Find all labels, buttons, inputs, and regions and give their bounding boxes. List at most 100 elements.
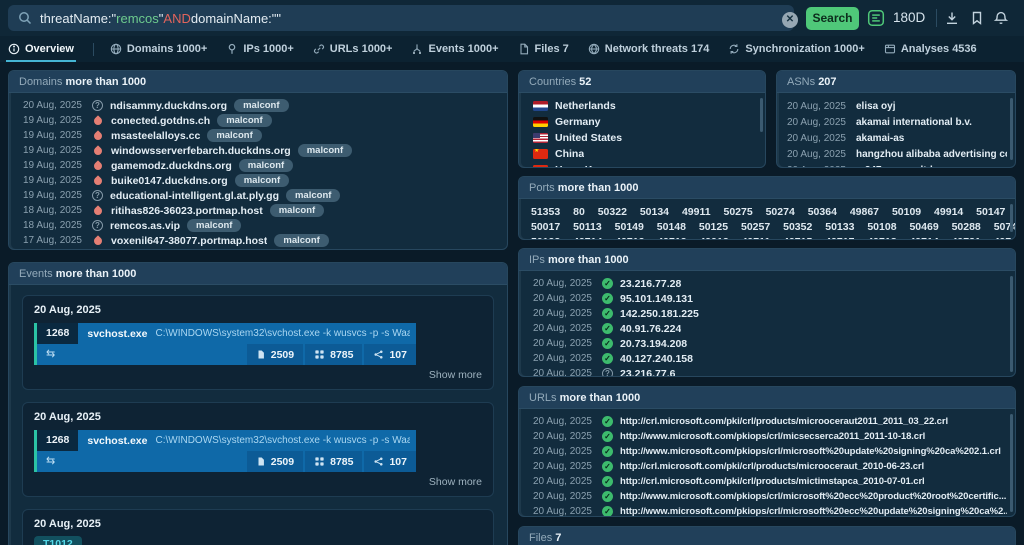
process-entry[interactable]: 1268 svchost.exe C:\WINDOWS\system32\svc… xyxy=(34,430,416,472)
urls-panel-header: URLs more than 1000 xyxy=(519,387,1015,409)
ip-row[interactable]: 20 Aug, 2025✓40.91.76.224 xyxy=(519,321,1015,336)
bookmark-icon[interactable] xyxy=(969,10,985,26)
clear-query-button[interactable]: ✕ xyxy=(782,12,798,28)
china-flag-icon xyxy=(533,149,548,159)
check-icon: ✓ xyxy=(602,491,613,502)
registry-count-stat[interactable]: 8785 xyxy=(305,344,362,365)
domain-row[interactable]: 19 Aug, 2025conected.gotdns.chmalconf xyxy=(9,113,507,128)
notifications-bell-icon[interactable] xyxy=(993,10,1009,26)
domain-row[interactable]: 19 Aug, 2025buike0147.duckdns.orgmalconf xyxy=(9,173,507,188)
scrollbar-thumb[interactable] xyxy=(1010,414,1013,512)
hong-kong-flag-icon xyxy=(533,165,548,168)
ip-row[interactable]: 20 Aug, 2025✓23.216.77.28 xyxy=(519,276,1015,291)
malconf-tag[interactable]: malconf xyxy=(274,234,328,247)
ports-panel-header: Ports more than 1000 xyxy=(519,177,1015,199)
ip-row[interactable]: 20 Aug, 2025✓20.73.194.208 xyxy=(519,336,1015,351)
tab-divider xyxy=(93,43,94,56)
tab-domains[interactable]: Domains 1000+ xyxy=(110,36,207,62)
search-button[interactable]: Search xyxy=(806,7,859,30)
ip-row[interactable]: 20 Aug, 2025✓40.127.240.158 xyxy=(519,351,1015,366)
url-row[interactable]: 20 Aug, 2025✓http://www.microsoft.com/pk… xyxy=(519,489,1015,504)
scrollbar-thumb[interactable] xyxy=(1010,204,1013,232)
scrollbar-thumb[interactable] xyxy=(1010,98,1013,160)
url-row[interactable]: 20 Aug, 2025✓http://crl.microsoft.com/pk… xyxy=(519,474,1015,489)
domain-row[interactable]: 18 Aug, 2025ritihas826-36023.portmap.hos… xyxy=(9,203,507,218)
tab-files[interactable]: Files 7 xyxy=(518,36,569,62)
url-row[interactable]: 20 Aug, 2025✓http://crl.microsoft.com/pk… xyxy=(519,459,1015,474)
malconf-tag[interactable]: malconf xyxy=(235,174,289,187)
malconf-tag[interactable]: malconf xyxy=(298,144,352,157)
topbar-divider xyxy=(936,9,937,27)
check-icon: ✓ xyxy=(602,278,613,289)
check-icon: ✓ xyxy=(602,446,613,457)
tab-synchronization[interactable]: Synchronization 1000+ xyxy=(728,36,865,62)
asn-row[interactable]: 20 Aug, 2025akamai international b.v. xyxy=(777,114,1015,130)
asn-row[interactable]: 20 Aug, 2025m247 europe ltd xyxy=(777,162,1015,168)
url-row[interactable]: 20 Aug, 2025✓http://www.microsoft.com/pk… xyxy=(519,444,1015,459)
country-row[interactable]: United States xyxy=(519,130,765,146)
scrollbar-thumb[interactable] xyxy=(1010,276,1013,372)
question-icon: ? xyxy=(92,100,103,111)
url-row[interactable]: 20 Aug, 2025✓http://crl.microsoft.com/pk… xyxy=(519,414,1015,429)
domain-row[interactable]: 19 Aug, 2025?educational-intelligent.gl.… xyxy=(9,188,507,203)
tab-network-threats[interactable]: Network threats 174 xyxy=(588,36,710,62)
network-count-stat[interactable]: 107 xyxy=(364,451,416,472)
tab-events[interactable]: Events 1000+ xyxy=(411,36,498,62)
check-icon: ✓ xyxy=(602,506,613,517)
malconf-tag[interactable]: malconf xyxy=(187,219,241,232)
ports-row[interactable]: 51353 80 50322 50134 49911 50275 50274 5… xyxy=(519,203,1015,218)
flame-icon xyxy=(92,235,103,246)
process-jump-icon[interactable]: ⇆ xyxy=(46,451,55,472)
tab-analyses[interactable]: Analyses 4536 xyxy=(884,36,977,62)
url-row[interactable]: 20 Aug, 2025✓http://www.microsoft.com/pk… xyxy=(519,504,1015,517)
show-more-link[interactable]: Show more xyxy=(34,476,482,489)
tab-overview[interactable]: Overview xyxy=(8,36,74,62)
netherlands-flag-icon xyxy=(533,101,548,111)
files-panel-header: Files 7 xyxy=(519,527,1015,545)
process-jump-icon[interactable]: ⇆ xyxy=(46,344,55,365)
files-count-stat[interactable]: 2509 xyxy=(247,344,303,365)
domain-row[interactable]: 19 Aug, 2025windowsserverfebarch.duckdns… xyxy=(9,143,507,158)
mitre-technique-tag[interactable]: T1012 xyxy=(34,536,82,545)
domain-row[interactable]: 18 Aug, 2025?remcos.as.vipmalconf xyxy=(9,218,507,233)
asn-row[interactable]: 20 Aug, 2025hangzhou alibaba advertising… xyxy=(777,146,1015,162)
domain-row[interactable]: 17 Aug, 2025voxenil647-38077.portmap.hos… xyxy=(9,233,507,248)
flame-icon xyxy=(92,115,103,126)
tab-ips[interactable]: IPs 1000+ xyxy=(226,36,293,62)
search-input[interactable]: threatName:"remcos" AND domainName:"" xyxy=(8,5,794,31)
asn-row[interactable]: 20 Aug, 2025elisa oyj xyxy=(777,98,1015,114)
malconf-tag[interactable]: malconf xyxy=(234,99,288,112)
registry-count-stat[interactable]: 8785 xyxy=(305,451,362,472)
ip-row[interactable]: 20 Aug, 2025✓95.101.149.131 xyxy=(519,291,1015,306)
malconf-tag[interactable]: malconf xyxy=(270,204,324,217)
scrollbar-thumb[interactable] xyxy=(760,98,763,132)
domain-row[interactable]: 19 Aug, 2025gamemodz.duckdns.orgmalconf xyxy=(9,158,507,173)
show-more-link[interactable]: Show more xyxy=(34,369,482,382)
country-row[interactable]: Hong Kong xyxy=(519,162,765,168)
saved-searches-icon[interactable] xyxy=(867,9,885,27)
country-row[interactable]: Netherlands xyxy=(519,98,765,114)
ports-row[interactable]: 50132 49714 49712 49713 49912 49711 4971… xyxy=(519,233,1015,240)
time-range-selector[interactable]: 180D xyxy=(893,10,925,25)
country-row[interactable]: China xyxy=(519,146,765,162)
files-count-stat[interactable]: 2509 xyxy=(247,451,303,472)
check-icon: ✓ xyxy=(602,431,613,442)
query-operator: AND xyxy=(163,11,190,26)
country-row[interactable]: Germany xyxy=(519,114,765,130)
malconf-tag[interactable]: malconf xyxy=(217,114,271,127)
sync-icon xyxy=(728,43,740,55)
process-entry[interactable]: 1268 svchost.exe C:\WINDOWS\system32\svc… xyxy=(34,323,416,365)
ip-row[interactable]: 20 Aug, 2025✓142.250.181.225 xyxy=(519,306,1015,321)
tab-urls[interactable]: URLs 1000+ xyxy=(313,36,393,62)
url-row[interactable]: 20 Aug, 2025✓http://www.microsoft.com/pk… xyxy=(519,429,1015,444)
domain-row[interactable]: 20 Aug, 2025?ndisammy.duckdns.orgmalconf xyxy=(9,98,507,113)
asn-row[interactable]: 20 Aug, 2025akamai-as xyxy=(777,130,1015,146)
malconf-tag[interactable]: malconf xyxy=(286,189,340,202)
domain-row[interactable]: 19 Aug, 2025msasteelalloys.ccmalconf xyxy=(9,128,507,143)
ports-row[interactable]: 50017 50113 50149 50148 50125 50257 5035… xyxy=(519,218,1015,233)
malconf-tag[interactable]: malconf xyxy=(207,129,261,142)
malconf-tag[interactable]: malconf xyxy=(239,159,293,172)
download-icon[interactable] xyxy=(944,10,960,26)
ip-row[interactable]: 20 Aug, 2025?23.216.77.6 xyxy=(519,366,1015,377)
network-count-stat[interactable]: 107 xyxy=(364,344,416,365)
